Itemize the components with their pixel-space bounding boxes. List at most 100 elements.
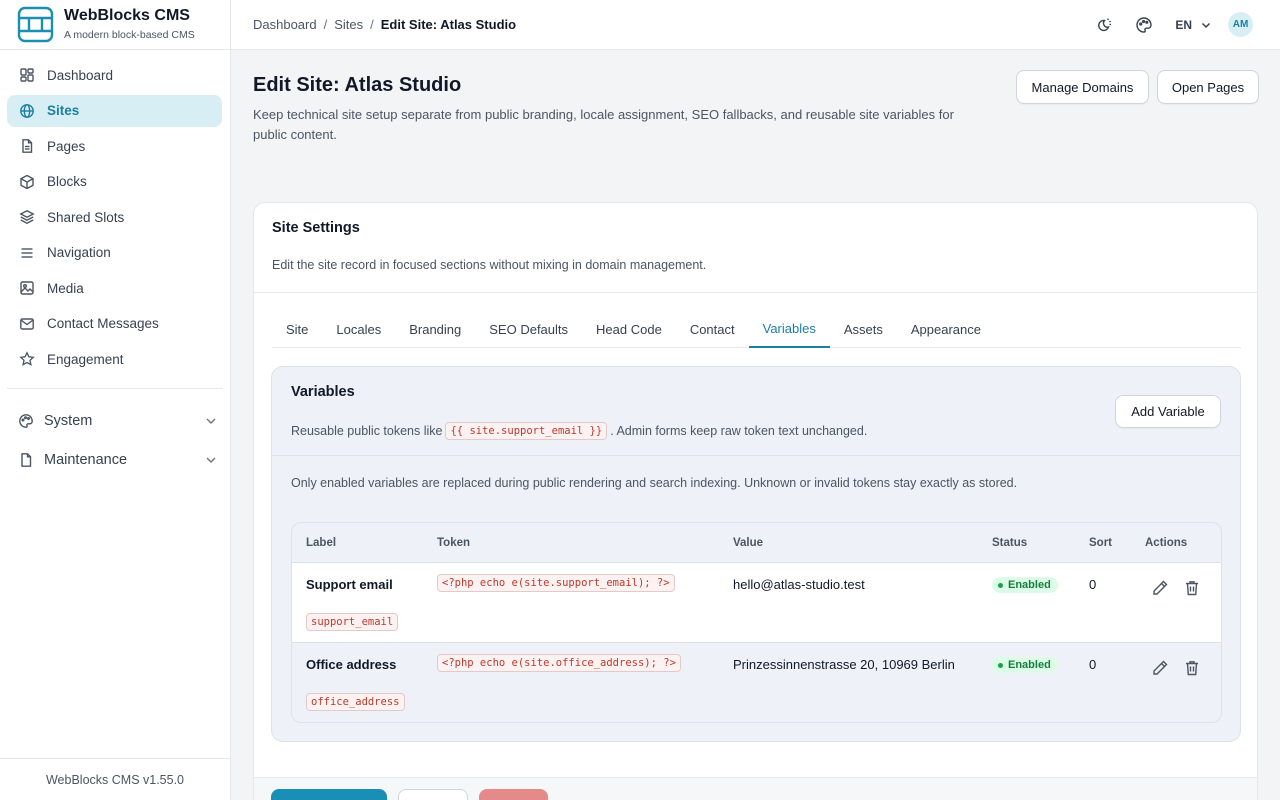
brand-title: WebBlocks CMS <box>64 7 190 24</box>
column-header-status: Status <box>992 536 1028 549</box>
table-row: Support email support_email <?php echo e… <box>292 563 1221 643</box>
cube-icon <box>20 174 34 189</box>
example-token: {{ site.support_email }} <box>445 422 608 440</box>
sidebar-item-label: Navigation <box>47 245 111 260</box>
language-label: EN <box>1175 17 1192 32</box>
status-text: Enabled <box>1008 659 1051 671</box>
language-selector[interactable]: EN <box>1175 18 1212 32</box>
sidebar: WebBlocks CMS A modern block-based CMS D… <box>0 0 231 800</box>
edit-icon[interactable] <box>1151 659 1169 677</box>
sidebar-item-label: Shared Slots <box>47 209 125 225</box>
sidebar-item-media[interactable]: Media <box>7 272 222 304</box>
variables-panel: Variables Reusable public tokens like {{… <box>271 366 1241 742</box>
tab-head-code[interactable]: Head Code <box>582 311 676 348</box>
sidebar-item-label: Dashboard <box>47 67 114 83</box>
sidebar-item-pages[interactable]: Pages <box>7 130 222 162</box>
theme-toggle-icon[interactable] <box>1095 16 1113 34</box>
column-header-value: Value <box>733 536 764 549</box>
breadcrumb-separator: / <box>370 17 374 32</box>
variables-table: Label Token Value Status Sort Actions Su… <box>291 522 1222 723</box>
column-header-token: Token <box>437 536 471 549</box>
tab-variables[interactable]: Variables <box>748 311 830 348</box>
settings-tabs: Site Locales Branding SEO Defaults Head … <box>272 311 1241 348</box>
tab-assets[interactable]: Assets <box>830 311 897 348</box>
breadcrumb-current: Edit Site: Atlas Studio <box>380 17 517 32</box>
image-icon <box>20 281 34 295</box>
chevron-down-icon <box>1201 22 1211 28</box>
delete-button[interactable] <box>479 789 548 800</box>
table-row: Office address office_address <?php echo… <box>292 643 1221 722</box>
row-actions <box>1145 659 1209 677</box>
card-title: Site Settings <box>272 220 360 236</box>
open-pages-button[interactable]: Open Pages <box>1157 70 1259 104</box>
tab-branding[interactable]: Branding <box>395 311 475 348</box>
variables-desc-text: . Admin forms keep raw token text unchan… <box>610 424 868 438</box>
status-dot <box>998 582 1003 588</box>
status-badge: Enabled <box>992 657 1058 673</box>
sidebar-item-label: Contact Messages <box>47 316 159 331</box>
table-header: Label Token Value Status Sort Actions <box>292 523 1221 563</box>
palette-icon[interactable] <box>1135 16 1153 34</box>
variables-header: Variables Reusable public tokens like {{… <box>272 367 1240 456</box>
sidebar-item-label: Pages <box>47 138 86 154</box>
variable-key: office_address <box>306 693 405 711</box>
column-header-label: Label <box>306 536 337 549</box>
trash-icon[interactable] <box>1183 579 1201 597</box>
sidebar-group-system[interactable]: System <box>7 405 222 437</box>
status-dot <box>998 662 1003 668</box>
sidebar-item-dashboard[interactable]: Dashboard <box>7 59 222 91</box>
tab-locales[interactable]: Locales <box>322 311 395 348</box>
variables-description: Reusable public tokens like {{ site.supp… <box>291 422 1221 440</box>
sidebar-item-sites[interactable]: Sites <box>7 94 222 127</box>
sidebar-nav: Dashboard Sites Pages Blocks Shared Slot… <box>0 50 230 476</box>
sidebar-item-blocks[interactable]: Blocks <box>7 166 222 198</box>
sidebar-item-label: Media <box>47 280 84 296</box>
variable-key: support_email <box>306 613 399 631</box>
card-description: Edit the site record in focused sections… <box>272 258 707 272</box>
cancel-button[interactable] <box>398 789 468 800</box>
version-label: WebBlocks CMS v1.55.0 <box>0 758 230 800</box>
avatar[interactable]: AM <box>1228 12 1253 37</box>
sidebar-group-maintenance[interactable]: Maintenance <box>7 444 222 476</box>
tab-site[interactable]: Site <box>272 311 322 348</box>
logo-icon <box>17 6 54 43</box>
variables-note: Only enabled variables are replaced duri… <box>291 476 1018 490</box>
sidebar-item-engagement[interactable]: Engagement <box>7 343 222 375</box>
tab-seo-defaults[interactable]: SEO Defaults <box>475 311 582 348</box>
menu-icon <box>21 247 33 258</box>
sidebar-divider <box>7 388 223 389</box>
manage-domains-button[interactable]: Manage Domains <box>1016 70 1149 104</box>
form-footer <box>254 777 1257 800</box>
chevron-down-icon <box>206 418 216 424</box>
sidebar-item-shared-slots[interactable]: Shared Slots <box>7 201 222 233</box>
header-actions: EN AM <box>1073 12 1280 37</box>
breadcrumb-dashboard[interactable]: Dashboard <box>253 17 317 32</box>
mail-icon <box>20 317 34 330</box>
column-header-actions: Actions <box>1145 536 1188 549</box>
tab-appearance[interactable]: Appearance <box>897 311 995 348</box>
breadcrumb-sites[interactable]: Sites <box>334 17 363 32</box>
variable-token: <?php echo e(site.support_email); ?> <box>437 574 675 592</box>
sidebar-item-label: Engagement <box>47 351 124 367</box>
card-header: Site Settings Edit the site record in fo… <box>254 203 1257 293</box>
trash-icon[interactable] <box>1183 659 1201 677</box>
variable-token: <?php echo e(site.office_address); ?> <box>437 654 681 672</box>
variable-label: Support email <box>306 577 393 592</box>
sidebar-item-label: Sites <box>47 103 80 118</box>
tab-contact[interactable]: Contact <box>676 311 749 348</box>
save-button[interactable] <box>271 789 387 800</box>
breadcrumb-separator: / <box>323 17 328 32</box>
page-description: Keep technical site setup separate from … <box>253 107 954 142</box>
topbar: Dashboard / Sites / Edit Site: Atlas Stu… <box>231 0 1280 50</box>
add-variable-button[interactable]: Add Variable <box>1115 395 1221 428</box>
variable-sort: 0 <box>1089 657 1097 672</box>
sidebar-item-contact-messages[interactable]: Contact Messages <box>7 308 222 340</box>
sidebar-item-label: Blocks <box>47 174 87 189</box>
brand[interactable]: WebBlocks CMS A modern block-based CMS <box>0 0 230 50</box>
layers-icon <box>19 210 35 224</box>
dashboard-icon <box>20 68 34 82</box>
sidebar-group-label: System <box>44 413 93 429</box>
edit-icon[interactable] <box>1151 579 1169 597</box>
sidebar-item-navigation[interactable]: Navigation <box>7 237 222 269</box>
brand-subtitle: A modern block-based CMS <box>64 29 195 41</box>
